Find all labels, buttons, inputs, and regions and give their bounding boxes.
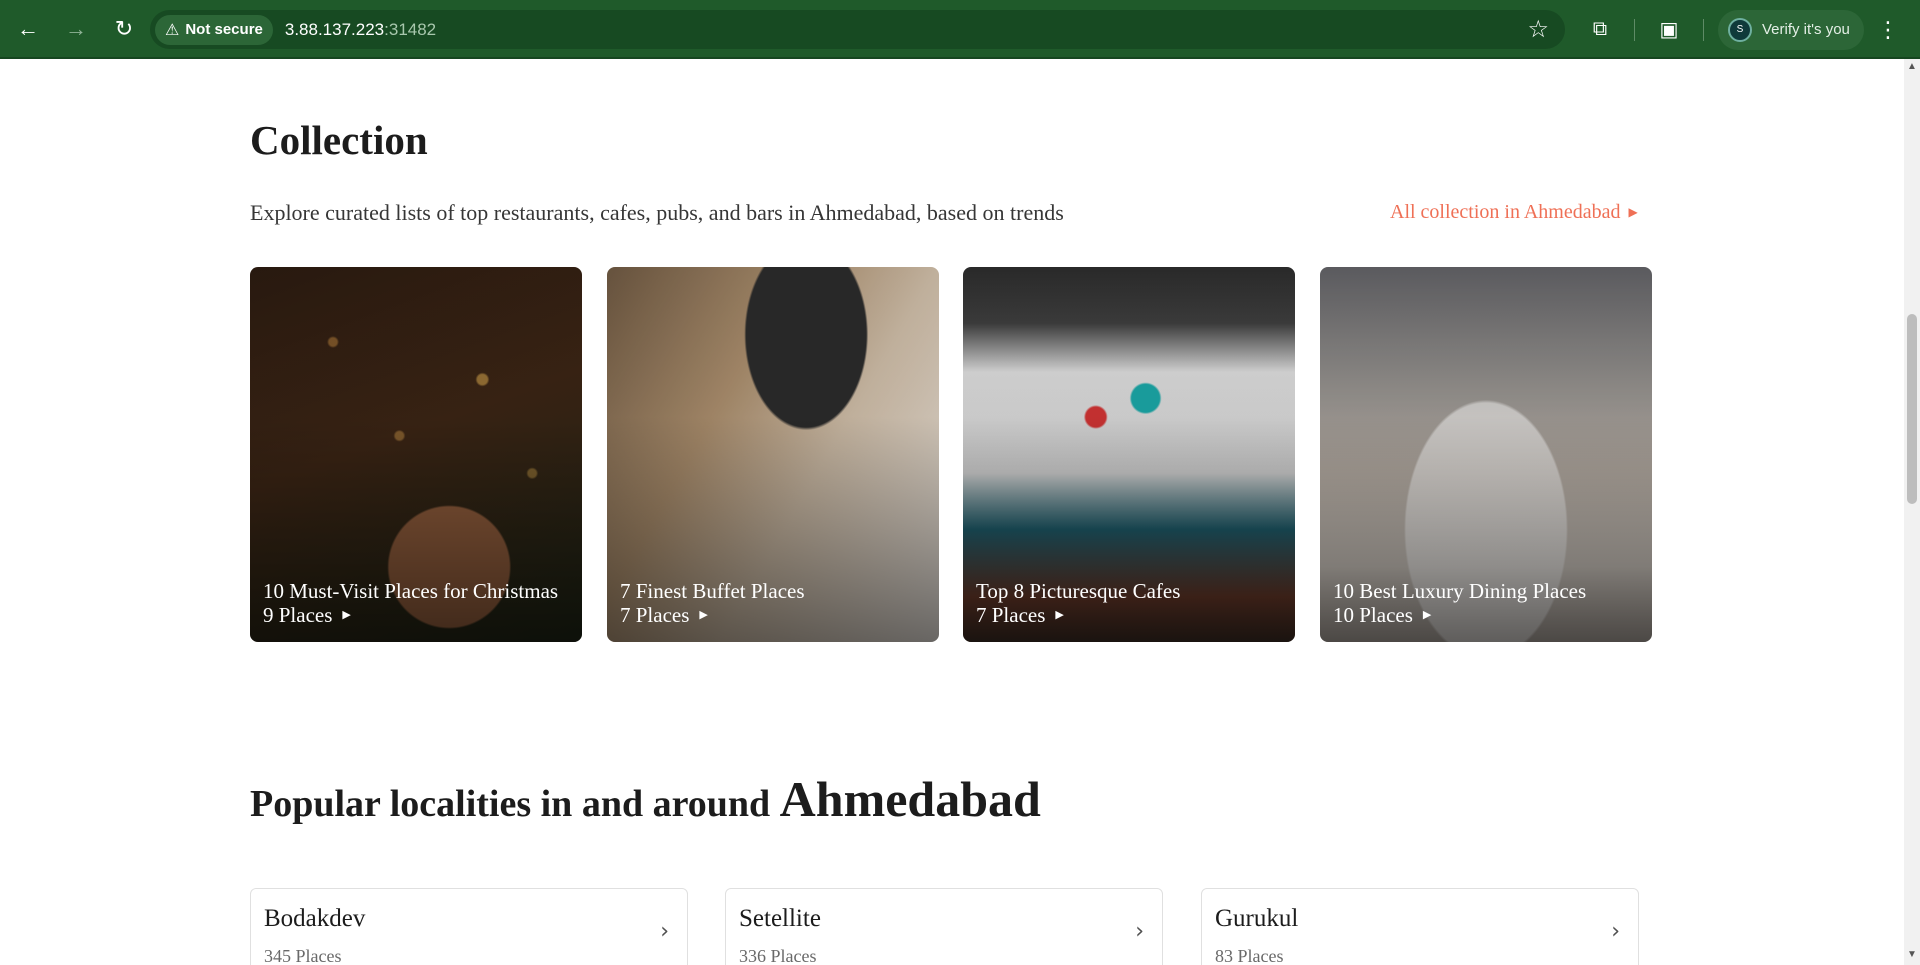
- card-count: 7 Places ▶: [976, 604, 1282, 626]
- extensions-icon[interactable]: ⧉: [1580, 10, 1620, 50]
- locality-name: Setellite: [739, 905, 821, 932]
- card-count-label: 10 Places: [1333, 603, 1413, 627]
- tab-search-icon[interactable]: ▣: [1649, 10, 1689, 50]
- avatar: S: [1728, 17, 1752, 42]
- localities-title: Popular localities in and around Ahmedab…: [250, 770, 1041, 828]
- caret-right-icon: ▶: [1055, 609, 1064, 621]
- caret-right-icon: ▶: [699, 609, 708, 621]
- caret-right-icon: ▶: [1628, 205, 1638, 219]
- chevron-right-icon: ›: [660, 919, 669, 944]
- collection-title: Collection: [250, 117, 428, 163]
- locality-card-bodakdev[interactable]: Bodakdev 345 Places ›: [250, 888, 688, 965]
- card-title: 10 Best Luxury Dining Places: [1333, 579, 1587, 603]
- locality-card-gurukul[interactable]: Gurukul 83 Places ›: [1201, 888, 1639, 965]
- card-count-label: 9 Places: [263, 603, 333, 627]
- all-collections-link[interactable]: All collection in Ahmedabad ▶: [1390, 201, 1638, 224]
- toolbar-divider: [1703, 18, 1704, 41]
- collection-card-luxury-dining[interactable]: 10 Best Luxury Dining Places 10 Places ▶: [1320, 267, 1652, 642]
- scroll-thumb[interactable]: [1907, 314, 1917, 504]
- locality-name: Gurukul: [1215, 905, 1299, 932]
- chevron-right-icon: ›: [1611, 919, 1620, 944]
- localities-title-prefix: Popular localities in and around: [250, 783, 771, 825]
- url-host: 3.88.137.223: [284, 19, 385, 39]
- card-title: 7 Finest Buffet Places: [620, 579, 805, 603]
- bookmark-star-icon[interactable]: ☆: [1527, 15, 1549, 44]
- localities-city: Ahmedabad: [779, 771, 1041, 827]
- toolbar-right: ⧉ ▣ S Verify it's you: [1580, 0, 1864, 59]
- card-count: 10 Places ▶: [1333, 604, 1639, 626]
- security-label: Not secure: [185, 21, 263, 38]
- browser-toolbar: ← → ↻ ⚠ Not secure 3.88.137.223:31482 ☆ …: [0, 0, 1920, 59]
- card-caption: Top 8 Picturesque Cafes 7 Places ▶: [976, 578, 1282, 626]
- chevron-right-icon: ›: [1135, 919, 1144, 944]
- toolbar-divider: [1634, 18, 1635, 41]
- profile-button[interactable]: S Verify it's you: [1718, 9, 1864, 50]
- collection-card-cafes[interactable]: Top 8 Picturesque Cafes 7 Places ▶: [963, 267, 1295, 642]
- locality-card-setellite[interactable]: Setellite 336 Places ›: [725, 888, 1163, 965]
- collection-description: Explore curated lists of top restaurants…: [250, 200, 1064, 225]
- locality-count: 336 Places: [739, 946, 817, 965]
- collection-card-buffet[interactable]: 7 Finest Buffet Places 7 Places ▶: [607, 267, 939, 642]
- scroll-up-arrow-icon[interactable]: ▲: [1904, 61, 1920, 75]
- card-count-label: 7 Places: [976, 603, 1046, 627]
- url-text[interactable]: 3.88.137.223:31482: [285, 20, 436, 40]
- reload-icon[interactable]: ↻: [104, 9, 144, 49]
- card-count: 9 Places ▶: [263, 604, 569, 626]
- card-title: Top 8 Picturesque Cafes: [976, 579, 1181, 603]
- address-bar[interactable]: ⚠ Not secure 3.88.137.223:31482 ☆: [150, 10, 1565, 49]
- back-icon[interactable]: ←: [8, 9, 48, 49]
- locality-name: Bodakdev: [264, 905, 366, 932]
- page-scrollbar[interactable]: ▲ ▼: [1904, 59, 1920, 965]
- forward-icon[interactable]: →: [56, 9, 96, 49]
- locality-count: 345 Places: [264, 946, 342, 965]
- card-caption: 7 Finest Buffet Places 7 Places ▶: [620, 578, 926, 626]
- caret-right-icon: ▶: [1422, 609, 1432, 621]
- url-port: :31482: [384, 19, 437, 39]
- collection-card-christmas[interactable]: 10 Must-Visit Places for Christmas 9 Pla…: [250, 267, 582, 642]
- warning-icon: ⚠: [165, 21, 180, 39]
- card-count: 7 Places ▶: [620, 604, 926, 626]
- card-caption: 10 Best Luxury Dining Places 10 Places ▶: [1333, 578, 1639, 626]
- scroll-down-arrow-icon[interactable]: ▼: [1904, 949, 1920, 963]
- profile-label: Verify it's you: [1762, 21, 1850, 38]
- all-collections-label: All collection in Ahmedabad: [1390, 201, 1621, 223]
- card-count-label: 7 Places: [620, 603, 690, 627]
- locality-count: 83 Places: [1215, 946, 1284, 965]
- caret-right-icon: ▶: [342, 609, 351, 621]
- card-title: 10 Must-Visit Places for Christmas: [263, 579, 559, 603]
- card-caption: 10 Must-Visit Places for Christmas 9 Pla…: [263, 578, 569, 626]
- more-menu-icon[interactable]: ⋮: [1868, 10, 1908, 50]
- security-chip[interactable]: ⚠ Not secure: [155, 14, 273, 45]
- collection-cards: 10 Must-Visit Places for Christmas 9 Pla…: [250, 267, 1652, 642]
